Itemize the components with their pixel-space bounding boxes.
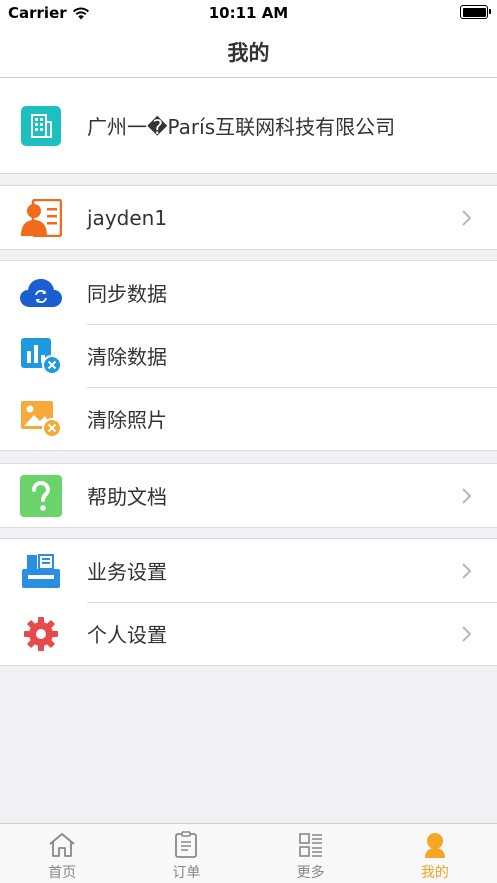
battery-icon (460, 5, 491, 19)
contact-card-icon (20, 197, 62, 239)
clear-photo-icon (20, 398, 62, 440)
page-title: 我的 (227, 40, 270, 65)
status-bar: Carrier 10:11 AM (0, 0, 497, 26)
sync-data-row[interactable]: 同步数据 (0, 261, 497, 324)
tab-home-label: 首页 (48, 865, 77, 881)
tab-more-label: 更多 (296, 865, 325, 881)
more-icon (296, 830, 326, 860)
chevron-right-icon (462, 562, 472, 579)
tab-orders[interactable]: 订单 (124, 824, 248, 883)
home-icon (47, 830, 77, 860)
tab-profile[interactable]: 我的 (373, 824, 497, 883)
printer-icon (20, 550, 62, 592)
company-section: 广州一�París互联网科技有限公司 (0, 78, 497, 174)
tab-orders-label: 订单 (172, 865, 201, 881)
username: jayden1 (87, 205, 168, 230)
order-icon (171, 830, 201, 860)
sync-data-label: 同步数据 (87, 282, 167, 306)
help-doc-row[interactable]: 帮助文档 (0, 464, 497, 527)
help-section: 帮助文档 (0, 463, 497, 528)
profile-icon (420, 830, 450, 860)
help-icon (20, 474, 62, 517)
clear-photo-row[interactable]: 清除照片 (0, 387, 497, 450)
building-icon (20, 105, 62, 147)
data-section: 同步数据 清除数据 清除照片 (0, 260, 497, 451)
chevron-right-icon (462, 625, 472, 642)
company-row[interactable]: 广州一�París互联网科技有限公司 (0, 78, 497, 173)
navigation-bar: 我的 (0, 26, 497, 78)
help-doc-label: 帮助文档 (87, 485, 167, 509)
business-settings-row[interactable]: 业务设置 (0, 539, 497, 602)
settings-section: 业务设置 个人设置 (0, 538, 497, 666)
cloud-sync-icon (20, 272, 62, 314)
status-time: 10:11 AM (208, 4, 289, 22)
personal-settings-label: 个人设置 (87, 623, 167, 647)
chevron-right-icon (462, 487, 472, 504)
personal-settings-row[interactable]: 个人设置 (0, 602, 497, 665)
user-row[interactable]: jayden1 (0, 186, 497, 249)
tab-bar: 首页 订单 更多 我的 (0, 823, 497, 883)
gear-icon (20, 613, 62, 655)
clear-photo-label: 清除照片 (87, 408, 167, 432)
clear-data-row[interactable]: 清除数据 (0, 324, 497, 387)
chevron-right-icon (462, 209, 472, 226)
clear-data-icon (20, 335, 62, 377)
tab-profile-label: 我的 (420, 865, 449, 881)
user-section: jayden1 (0, 185, 497, 250)
tab-home[interactable]: 首页 (0, 824, 124, 883)
clear-data-label: 清除数据 (87, 345, 167, 369)
business-settings-label: 业务设置 (87, 560, 167, 584)
company-name: 广州一�París互联网科技有限公司 (87, 115, 396, 139)
tab-more[interactable]: 更多 (249, 824, 373, 883)
